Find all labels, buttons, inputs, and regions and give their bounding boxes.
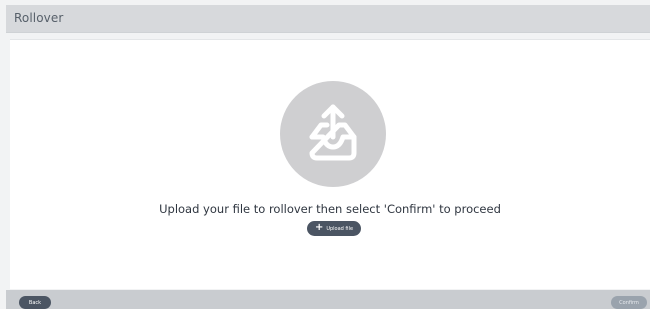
- footer-bar: Back Confirm: [6, 290, 650, 309]
- upload-panel: Upload your file to rollover then select…: [10, 39, 650, 289]
- upload-tray-icon: [280, 81, 386, 187]
- page-title: Rollover: [14, 11, 64, 25]
- rollover-window: Rollover Upload your file to rollover th…: [0, 0, 650, 309]
- upload-file-label: Upload file: [326, 225, 354, 232]
- back-button[interactable]: Back: [19, 296, 51, 309]
- upload-instructions: Upload your file to rollover then select…: [159, 202, 501, 216]
- plus-icon: +: [314, 222, 324, 233]
- title-bar: Rollover: [6, 5, 650, 33]
- confirm-button[interactable]: Confirm: [611, 296, 647, 309]
- upload-file-button[interactable]: + Upload file: [307, 221, 361, 236]
